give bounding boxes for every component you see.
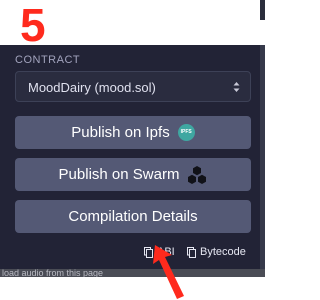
status-bar: load audio from this page [0,269,265,277]
ipfs-icon: IPFS [177,124,195,141]
contract-select-value: MoodDairy (mood.sol) [28,80,156,95]
status-bar-text: load audio from this page [2,269,104,277]
publish-swarm-label: Publish on Swarm [58,166,180,183]
copy-bytecode-link[interactable]: Bytecode [187,246,246,258]
compilation-details-label: Compilation Details [68,208,198,225]
publish-ipfs-button[interactable]: Publish on Ipfs IPFS [15,116,251,149]
swarm-icon [188,165,207,184]
ipfs-icon-text: IPFS [180,129,192,135]
screenshot: 5 CONTRACT MoodDairy (mood.sol) Publish … [0,0,265,300]
red-arrow-annotation [153,245,184,299]
publish-ipfs-label: Publish on Ipfs [71,124,170,141]
contract-select[interactable]: MoodDairy (mood.sol) [15,71,251,102]
chevron-updown-icon [233,82,240,92]
window-edge [260,0,265,20]
compilation-details-button[interactable]: Compilation Details [15,200,251,233]
bytecode-label: Bytecode [200,246,246,258]
contract-label: CONTRACT [15,54,81,66]
publish-swarm-button[interactable]: Publish on Swarm [15,158,251,191]
compiler-panel: CONTRACT MoodDairy (mood.sol) Publish on… [0,45,265,269]
